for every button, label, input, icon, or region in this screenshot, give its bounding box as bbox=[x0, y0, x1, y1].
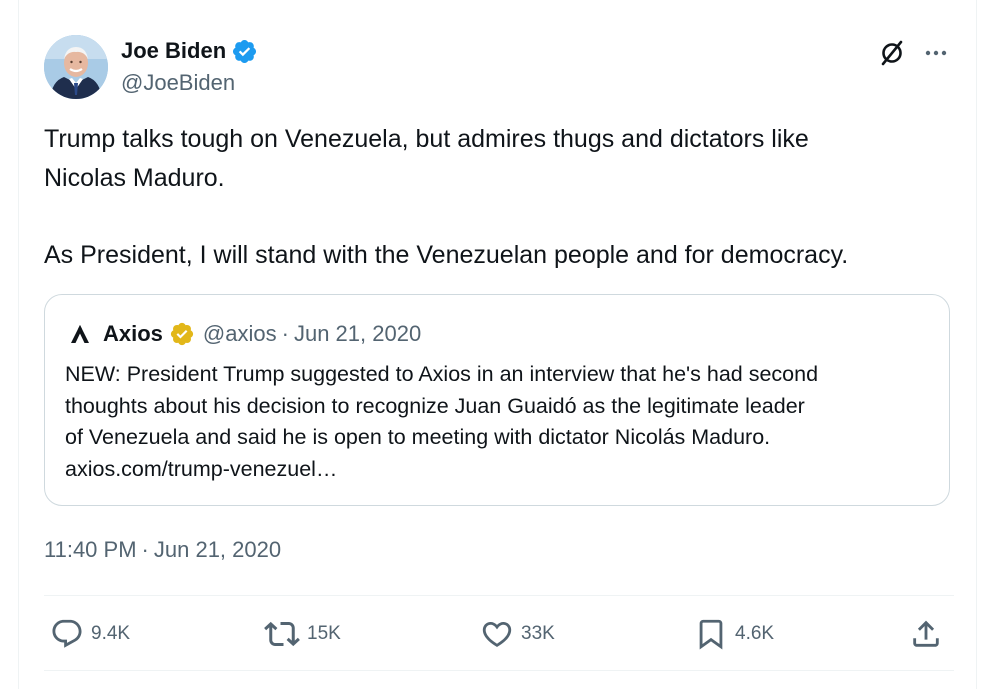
share-button[interactable] bbox=[909, 614, 943, 654]
quoted-link-text[interactable]: axios.com/trump-venezuel… bbox=[65, 454, 931, 486]
quoted-separator: · bbox=[281, 321, 289, 346]
timestamp-time[interactable]: 11:40 PM bbox=[44, 537, 137, 562]
retweet-count: 15K bbox=[307, 623, 341, 644]
more-icon[interactable] bbox=[918, 35, 954, 71]
quoted-tweet-card[interactable]: Axios @axios · Jun 21, 2020 NEW: Preside… bbox=[44, 294, 950, 506]
retweet-icon bbox=[264, 616, 300, 652]
author-handle[interactable]: @JoeBiden bbox=[121, 70, 235, 96]
share-icon bbox=[909, 617, 943, 651]
quoted-author-handle[interactable]: @axios bbox=[203, 320, 277, 348]
avatar[interactable] bbox=[44, 35, 108, 99]
like-icon bbox=[480, 617, 514, 651]
bookmark-icon bbox=[694, 617, 728, 651]
tweet-timestamp[interactable]: 11:40 PM · Jun 21, 2020 bbox=[44, 535, 281, 565]
timestamp-separator: · bbox=[141, 537, 149, 562]
bookmark-count: 4.6K bbox=[735, 623, 775, 644]
bookmark-button[interactable]: 4.6K bbox=[694, 614, 774, 654]
tweet-text: Trump talks tough on Venezuela, but admi… bbox=[44, 125, 849, 269]
gold-verified-badge-icon bbox=[169, 321, 195, 347]
like-button[interactable]: 33K bbox=[480, 614, 555, 654]
quoted-text-line: of Venezuela and said he is open to meet… bbox=[65, 425, 771, 449]
quoted-text-line: NEW: President Trump suggested to Axios … bbox=[65, 362, 819, 386]
author-display-name[interactable]: Joe Biden bbox=[121, 37, 258, 65]
blue-verified-badge-icon[interactable] bbox=[231, 38, 258, 65]
quoted-date[interactable]: Jun 21, 2020 bbox=[294, 320, 421, 348]
quoted-tweet-text: NEW: President Trump suggested to Axios … bbox=[65, 359, 931, 485]
axios-logo-icon[interactable] bbox=[69, 323, 91, 345]
reply-count: 9.4K bbox=[91, 623, 131, 644]
timestamp-date[interactable]: Jun 21, 2020 bbox=[154, 537, 281, 562]
retweet-button[interactable]: 15K bbox=[264, 614, 341, 654]
reply-icon bbox=[50, 617, 84, 651]
quoted-tweet-header: Axios @axios · Jun 21, 2020 bbox=[69, 319, 421, 349]
like-count: 33K bbox=[521, 623, 555, 644]
author-name-text[interactable]: Joe Biden bbox=[121, 37, 226, 65]
reply-button[interactable]: 9.4K bbox=[50, 614, 130, 654]
quoted-author-name[interactable]: Axios bbox=[103, 320, 163, 348]
grok-icon[interactable] bbox=[874, 35, 910, 71]
divider bbox=[44, 595, 954, 596]
quoted-text-line: thoughts about his decision to recognize… bbox=[65, 393, 805, 418]
divider bbox=[44, 670, 954, 671]
